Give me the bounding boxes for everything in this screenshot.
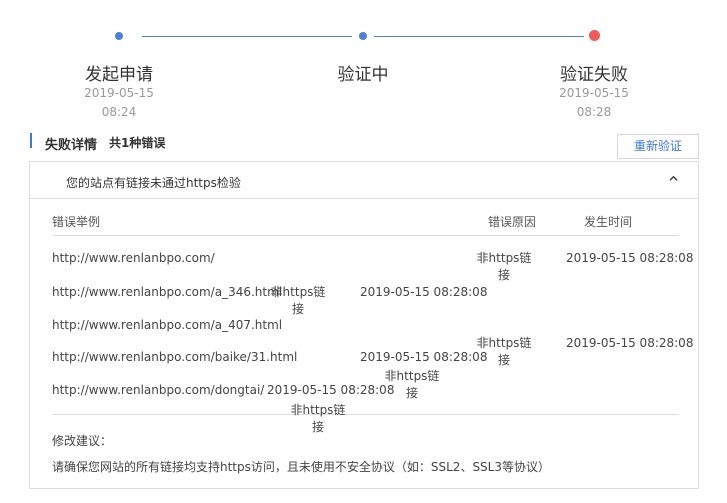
progress-line-2 <box>374 36 584 37</box>
error-reason-line: 非https链 <box>290 403 346 417</box>
error-panel: 您的站点有链接未通过https检验 错误举例 错误原因 发生时间 http://… <box>29 161 699 489</box>
suggestion-text: 请确保您网站的所有链接均支持https访问，且未使用不安全协议（如：SSL2、S… <box>52 460 550 474</box>
error-panel-header[interactable]: 您的站点有链接未通过https检验 <box>30 162 698 199</box>
step-time-apply: 08:24 <box>101 105 137 119</box>
chevron-up-icon[interactable] <box>669 174 678 183</box>
failure-details-title: 失败详情 <box>45 138 98 153</box>
header-divider <box>52 235 679 236</box>
error-url: http://www.renlanbpo.com/a_407.html <box>52 318 283 332</box>
retry-verify-button[interactable]: 重新验证 <box>617 134 699 159</box>
step-title-failed: 验证失败 <box>560 65 628 85</box>
step-dot-verifying <box>359 32 367 40</box>
table-footer-divider <box>52 414 679 415</box>
error-url: http://www.renlanbpo.com/ <box>52 251 215 265</box>
error-time: 2019-05-15 08:28:08 <box>267 383 395 397</box>
error-panel-title: 您的站点有链接未通过https检验 <box>66 176 241 190</box>
column-header-reason: 错误原因 <box>488 215 537 229</box>
error-time: 2019-05-15 08:28:08 <box>566 251 694 265</box>
step-date-apply: 2019-05-15 <box>84 86 154 100</box>
error-count: 共1种错误 <box>109 136 166 150</box>
error-url: http://www.renlanbpo.com/a_346.html <box>52 285 283 299</box>
progress-line-1 <box>142 36 352 37</box>
step-date-failed: 2019-05-15 <box>559 86 629 100</box>
error-time: 2019-05-15 08:28:08 <box>360 350 488 364</box>
step-title-apply: 发起申请 <box>85 65 153 85</box>
step-title-verifying: 验证中 <box>337 65 389 85</box>
error-reason-line: 接 <box>497 268 510 282</box>
column-header-example: 错误举例 <box>52 215 101 229</box>
error-reason: 非https链 接 <box>290 402 346 436</box>
suggestion-label: 修改建议： <box>52 434 113 448</box>
step-dot-apply <box>115 32 123 40</box>
error-reason-line: 非https链 <box>270 285 326 299</box>
error-reason-line: 接 <box>311 420 324 434</box>
step-time-failed: 08:28 <box>576 105 612 119</box>
error-reason-line: 非https链 <box>476 251 532 265</box>
error-reason-line: 接 <box>291 302 304 316</box>
section-marker <box>30 133 32 148</box>
error-url: http://www.renlanbpo.com/baike/31.html <box>52 350 298 364</box>
error-reason: 非https链 接 <box>476 250 532 284</box>
column-header-time: 发生时间 <box>584 215 633 229</box>
error-reason: 非https链 接 <box>270 284 326 318</box>
error-time: 2019-05-15 08:28:08 <box>566 336 694 350</box>
error-time: 2019-05-15 08:28:08 <box>360 285 488 299</box>
error-url: http://www.renlanbpo.com/dongtai/ <box>52 383 265 397</box>
step-dot-failed <box>589 30 600 41</box>
